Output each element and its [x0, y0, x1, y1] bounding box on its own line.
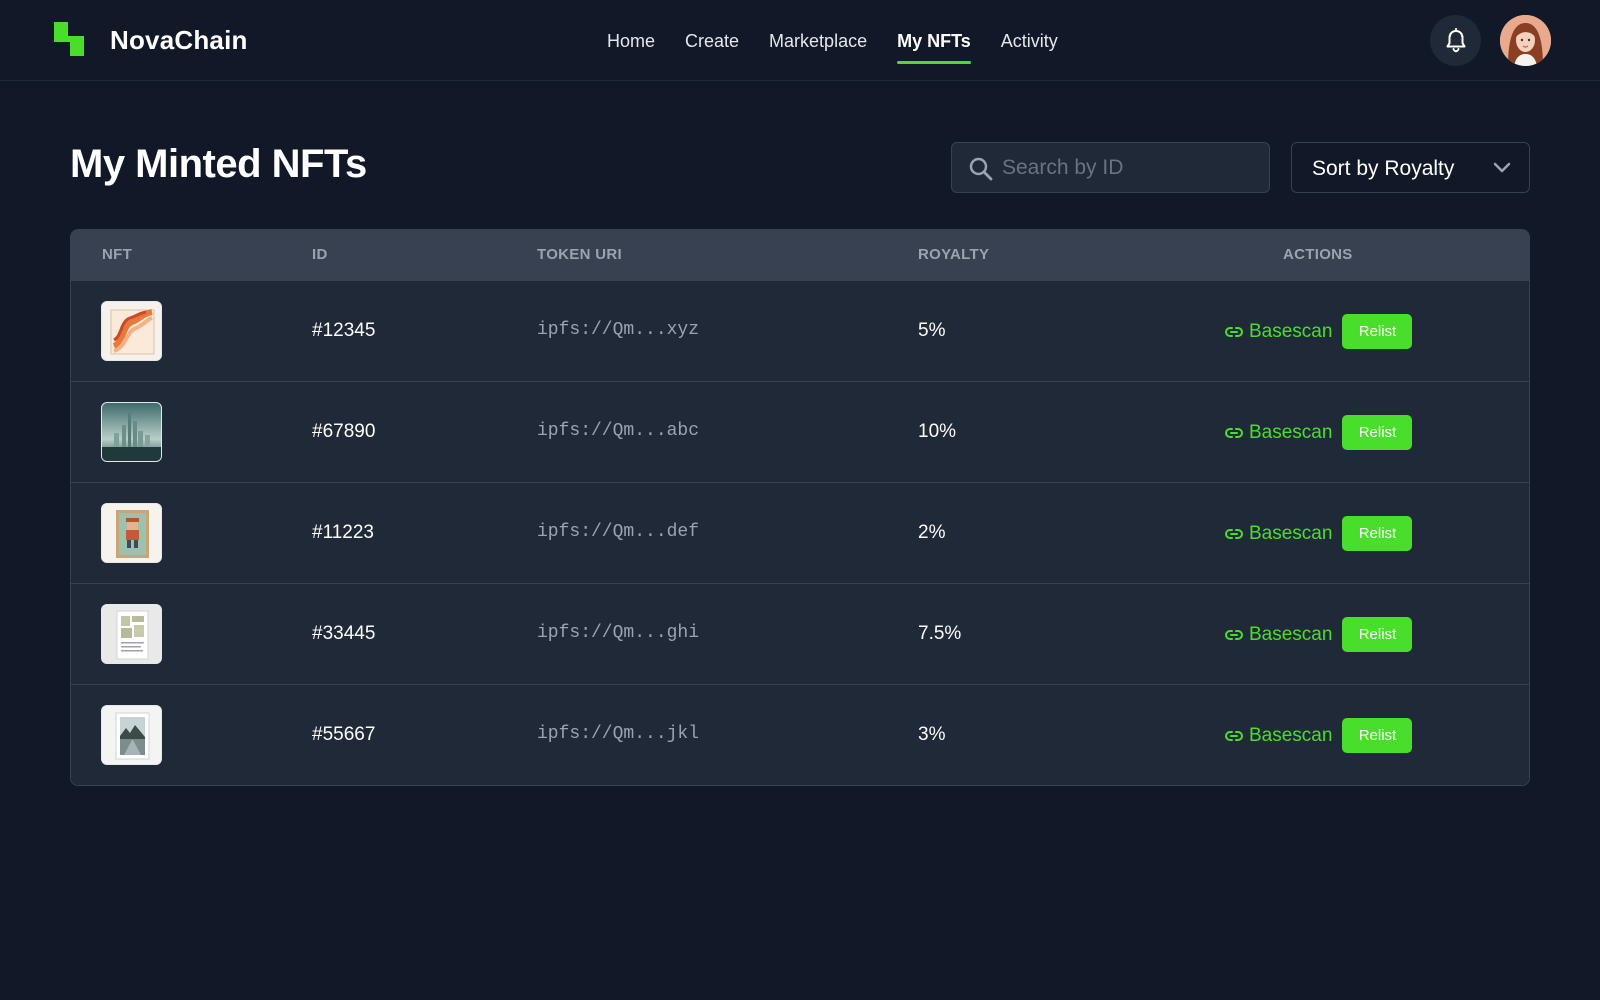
- royalty-value: 7.5%: [918, 623, 962, 644]
- royalty-value: 5%: [918, 320, 946, 341]
- relist-button[interactable]: Relist: [1342, 718, 1413, 753]
- basescan-label: Basescan: [1249, 522, 1333, 544]
- user-avatar[interactable]: [1500, 15, 1551, 66]
- link-icon: [1225, 730, 1243, 741]
- basescan-label: Basescan: [1249, 320, 1333, 342]
- chevron-down-icon: [1493, 162, 1511, 173]
- relist-button[interactable]: Relist: [1342, 617, 1413, 652]
- basescan-label: Basescan: [1249, 623, 1333, 645]
- basescan-link[interactable]: Basescan: [1225, 523, 1332, 545]
- row-actions: Basescan Relist: [1225, 718, 1413, 753]
- nft-id: #33445: [312, 623, 376, 644]
- royalty-value: 3%: [918, 724, 946, 745]
- nft-id: #67890: [312, 421, 376, 442]
- table-row: #55667 ipfs://Qm...jkl 3% Basescan Relis…: [71, 684, 1529, 785]
- logo-icon: [54, 22, 86, 58]
- table-row: #12345 ipfs://Qm...xyz 5% Basescan Relis…: [71, 280, 1529, 381]
- basescan-label: Basescan: [1249, 421, 1333, 443]
- search-input[interactable]: [1002, 143, 1262, 192]
- link-icon: [1225, 629, 1243, 640]
- basescan-link[interactable]: Basescan: [1225, 725, 1332, 747]
- basescan-link[interactable]: Basescan: [1225, 422, 1332, 444]
- notifications-button[interactable]: [1430, 15, 1481, 66]
- nft-id: #12345: [312, 320, 376, 341]
- nft-id: #55667: [312, 724, 376, 745]
- table-row: #11223 ipfs://Qm...def 2% Basescan Relis…: [71, 482, 1529, 583]
- nft-thumbnail[interactable]: [101, 301, 162, 361]
- royalty-value: 10%: [918, 421, 957, 442]
- link-icon: [1225, 427, 1243, 438]
- token-uri: ipfs://Qm...def: [537, 522, 700, 542]
- sort-select[interactable]: Sort by Royalty: [1291, 142, 1530, 193]
- row-actions: Basescan Relist: [1225, 516, 1413, 551]
- token-uri: ipfs://Qm...ghi: [537, 623, 700, 643]
- nft-thumbnail[interactable]: [101, 705, 162, 765]
- nft-thumbnail[interactable]: [101, 604, 162, 664]
- brand[interactable]: NovaChain: [54, 22, 248, 58]
- table-row: #67890 ipfs://Qm...abc 10% Basescan Reli…: [71, 381, 1529, 482]
- relist-button[interactable]: Relist: [1342, 516, 1413, 551]
- bell-icon: [1446, 27, 1465, 52]
- royalty-value: 2%: [918, 522, 946, 543]
- nft-table: NFT ID TOKEN URI ROYALTY ACTIONS #12345 …: [70, 229, 1530, 786]
- relist-button[interactable]: Relist: [1342, 415, 1413, 450]
- column-header-token-uri: TOKEN URI: [537, 246, 622, 263]
- top-nav-bar: NovaChain Home Create Marketplace My NFT…: [0, 0, 1600, 81]
- nav-my-nfts[interactable]: My NFTs: [897, 0, 971, 81]
- column-header-nft: NFT: [102, 246, 133, 263]
- nav-marketplace[interactable]: Marketplace: [769, 0, 867, 81]
- basescan-link[interactable]: Basescan: [1225, 321, 1332, 343]
- nft-thumbnail[interactable]: [101, 503, 162, 563]
- main-nav: Home Create Marketplace My NFTs Activity: [607, 0, 1088, 81]
- nav-create[interactable]: Create: [685, 0, 739, 81]
- token-uri: ipfs://Qm...abc: [537, 421, 700, 441]
- row-actions: Basescan Relist: [1225, 415, 1413, 450]
- sort-selected-label: Sort by Royalty: [1312, 157, 1455, 180]
- token-uri: ipfs://Qm...xyz: [537, 320, 700, 340]
- nft-thumbnail[interactable]: [101, 402, 162, 462]
- table-row: #33445 ipfs://Qm...ghi 7.5% Basescan Rel…: [71, 583, 1529, 684]
- row-actions: Basescan Relist: [1225, 314, 1413, 349]
- row-actions: Basescan Relist: [1225, 617, 1413, 652]
- nft-id: #11223: [312, 522, 374, 543]
- basescan-label: Basescan: [1249, 724, 1333, 746]
- basescan-link[interactable]: Basescan: [1225, 624, 1332, 646]
- column-header-actions: ACTIONS: [1283, 246, 1353, 263]
- link-icon: [1225, 528, 1243, 539]
- column-header-id: ID: [312, 246, 328, 263]
- page-title: My Minted NFTs: [70, 142, 367, 186]
- nav-activity[interactable]: Activity: [1001, 0, 1058, 81]
- link-icon: [1225, 326, 1243, 337]
- search-box[interactable]: [951, 142, 1270, 193]
- table-header: NFT ID TOKEN URI ROYALTY ACTIONS: [71, 230, 1529, 280]
- nav-home[interactable]: Home: [607, 0, 655, 81]
- relist-button[interactable]: Relist: [1342, 314, 1413, 349]
- brand-name: NovaChain: [110, 24, 248, 55]
- token-uri: ipfs://Qm...jkl: [537, 724, 700, 744]
- column-header-royalty: ROYALTY: [918, 246, 990, 263]
- search-icon: [969, 157, 993, 181]
